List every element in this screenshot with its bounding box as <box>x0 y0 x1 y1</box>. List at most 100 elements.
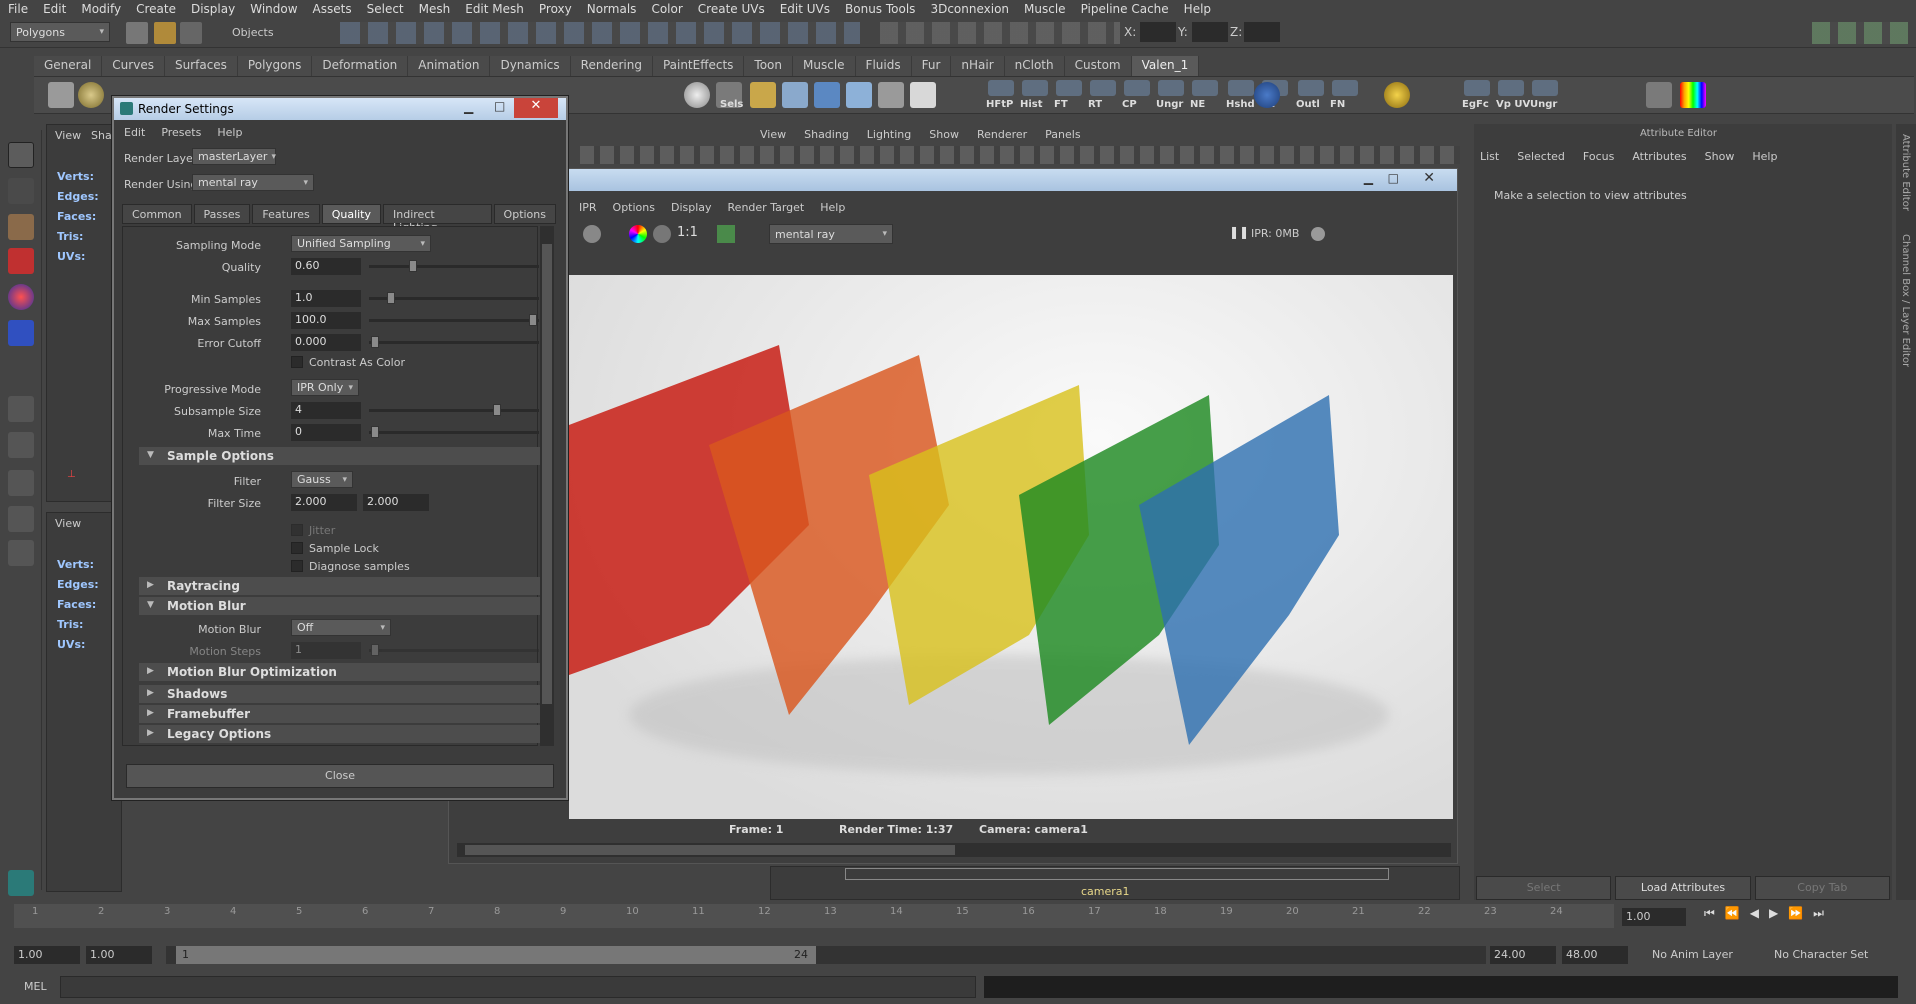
sample-lock-checkbox[interactable] <box>291 542 303 554</box>
menu-pipeline-cache[interactable]: Pipeline Cache <box>1081 2 1169 16</box>
menu-3dconnexion[interactable]: 3Dconnexion <box>930 2 1009 16</box>
max-time-slider[interactable] <box>369 426 539 438</box>
shelf-tab-toon[interactable]: Toon <box>744 56 794 76</box>
ratio-button[interactable]: 1:1 <box>677 225 698 240</box>
shelf-tab-muscle[interactable]: Muscle <box>793 56 856 76</box>
menu-bonus-tools[interactable]: Bonus Tools <box>845 2 915 16</box>
shelf-tab-general[interactable]: General <box>34 56 103 76</box>
render-view-scroll-thumb[interactable] <box>465 845 955 855</box>
command-input[interactable] <box>60 976 976 998</box>
maximize-icon[interactable]: □ <box>1388 171 1399 185</box>
playback-controls[interactable]: ⏮⏪◀▶⏩⏭ <box>1704 906 1834 921</box>
filter-dropdown[interactable]: Gauss <box>291 471 353 488</box>
menu-assets[interactable]: Assets <box>313 2 352 16</box>
scale-tool-icon[interactable] <box>8 320 34 346</box>
z-field[interactable] <box>1244 22 1280 42</box>
ae-menu-focus[interactable]: Focus <box>1583 150 1614 163</box>
tab-common[interactable]: Common <box>122 204 192 224</box>
dialog-scroll-thumb[interactable] <box>542 244 552 704</box>
shelf-tab-dynamics[interactable]: Dynamics <box>490 56 571 76</box>
contrast-checkbox[interactable] <box>291 356 303 368</box>
ae-select-button[interactable]: Select <box>1476 876 1612 900</box>
mode-selector[interactable]: Polygons <box>10 22 110 42</box>
lasso-tool-icon[interactable] <box>8 178 34 204</box>
filter-size-x-field[interactable]: 2.000 <box>291 494 357 511</box>
menu-mesh[interactable]: Mesh <box>419 2 451 16</box>
menu-edit-mesh[interactable]: Edit Mesh <box>465 2 524 16</box>
range-start-field[interactable]: 1.00 <box>86 946 152 964</box>
shelf-egfc-icon[interactable] <box>1464 80 1490 96</box>
shelf-cp-icon[interactable] <box>1124 80 1150 96</box>
gray-bar-icon[interactable] <box>1646 82 1672 108</box>
stop-ipr-icon[interactable] <box>1311 227 1325 241</box>
rerender-icon[interactable] <box>583 225 601 243</box>
layout-single-icon[interactable] <box>8 396 34 422</box>
panel-menu-lighting[interactable]: Lighting <box>867 128 911 141</box>
max-time-knob[interactable] <box>371 426 379 438</box>
dialog-maximize-icon[interactable]: □ <box>494 99 505 113</box>
ae-menu-list[interactable]: List <box>1480 150 1499 163</box>
panel-menu-renderer[interactable]: Renderer <box>977 128 1027 141</box>
shelf-tab-polygons[interactable]: Polygons <box>237 56 313 76</box>
dialog-scrollbar[interactable] <box>540 226 554 746</box>
max-samples-slider[interactable] <box>369 314 539 326</box>
checker-icon[interactable] <box>910 82 936 108</box>
diagnose-checkbox[interactable] <box>291 560 303 572</box>
subsample-knob[interactable] <box>493 404 501 416</box>
ae-menu-show[interactable]: Show <box>1705 150 1735 163</box>
sample-options-section[interactable]: Sample Options <box>139 447 543 465</box>
x-field[interactable] <box>1140 22 1176 42</box>
menu-proxy[interactable]: Proxy <box>539 2 572 16</box>
max-samples-field[interactable]: 100.0 <box>291 312 361 329</box>
open-scene-icon[interactable] <box>154 22 176 44</box>
error-cutoff-field[interactable]: 0.000 <box>291 334 361 351</box>
render-view-menu-help[interactable]: Help <box>820 201 845 214</box>
menu-create-uvs[interactable]: Create UVs <box>698 2 765 16</box>
ae-copy-tab-button[interactable]: Copy Tab <box>1754 876 1890 900</box>
tab-passes[interactable]: Passes <box>193 204 251 224</box>
shelf-tab-valen_1[interactable]: Valen_1 <box>1131 56 1200 76</box>
character-set-selector[interactable]: No Character Set <box>1774 948 1868 961</box>
ae-load-attributes-button[interactable]: Load Attributes <box>1615 876 1751 900</box>
render-view-menu-display[interactable]: Display <box>671 201 712 214</box>
min-samples-field[interactable]: 1.0 <box>291 290 361 307</box>
menu-modify[interactable]: Modify <box>81 2 121 16</box>
close-button[interactable]: Close <box>126 764 554 788</box>
error-cutoff-knob[interactable] <box>371 336 379 348</box>
menu-edit[interactable]: Edit <box>43 2 66 16</box>
layout-two-icon[interactable] <box>8 470 34 496</box>
menu-window[interactable]: Window <box>250 2 297 16</box>
viewport-shading-menu[interactable]: Sha <box>91 129 112 142</box>
panel-menu-show[interactable]: Show <box>929 128 959 141</box>
tab-indirect-lighting[interactable]: Indirect Lighting <box>383 204 492 234</box>
panel-toolbar[interactable] <box>580 146 1460 164</box>
shelf-tab-painteffects[interactable]: PaintEffects <box>652 56 745 76</box>
panel-menu-view[interactable]: View <box>760 128 786 141</box>
paint-tool-icon[interactable] <box>8 214 34 240</box>
globe-icon[interactable] <box>1384 82 1410 108</box>
sampling-mode-dropdown[interactable]: Unified Sampling <box>291 235 431 252</box>
shelf-tab-curves[interactable]: Curves <box>102 56 165 76</box>
motion-steps-field[interactable]: 1 <box>291 642 361 659</box>
renderer-dropdown[interactable]: mental ray <box>769 224 893 244</box>
maya-logo-icon[interactable] <box>8 870 34 896</box>
menu-muscle[interactable]: Muscle <box>1024 2 1066 16</box>
shelf-tab-nhair[interactable]: nHair <box>951 56 1005 76</box>
save-scene-icon[interactable] <box>180 22 202 44</box>
shelf-ungr-icon[interactable] <box>1532 80 1558 96</box>
channels-icon[interactable] <box>629 225 647 243</box>
shelf-hftp-icon[interactable] <box>988 80 1014 96</box>
shelf-tab-custom[interactable]: Custom <box>1064 56 1132 76</box>
shelf-tab-animation[interactable]: Animation <box>408 56 491 76</box>
subsample-field[interactable]: 4 <box>291 402 361 419</box>
lattice-icon[interactable] <box>846 82 872 108</box>
new-scene-icon[interactable] <box>126 22 148 44</box>
outliner-layout-icon[interactable] <box>8 506 34 532</box>
shelf-tab-ncloth[interactable]: nCloth <box>1004 56 1065 76</box>
viewport2-view-menu[interactable]: View <box>55 517 81 530</box>
globe-shelf-icon[interactable] <box>1254 82 1280 108</box>
render-view-scrollbar[interactable] <box>457 843 1451 857</box>
shelf-menu-icon[interactable] <box>48 82 74 108</box>
menu-display[interactable]: Display <box>191 2 235 16</box>
quality-slider[interactable] <box>369 260 539 272</box>
